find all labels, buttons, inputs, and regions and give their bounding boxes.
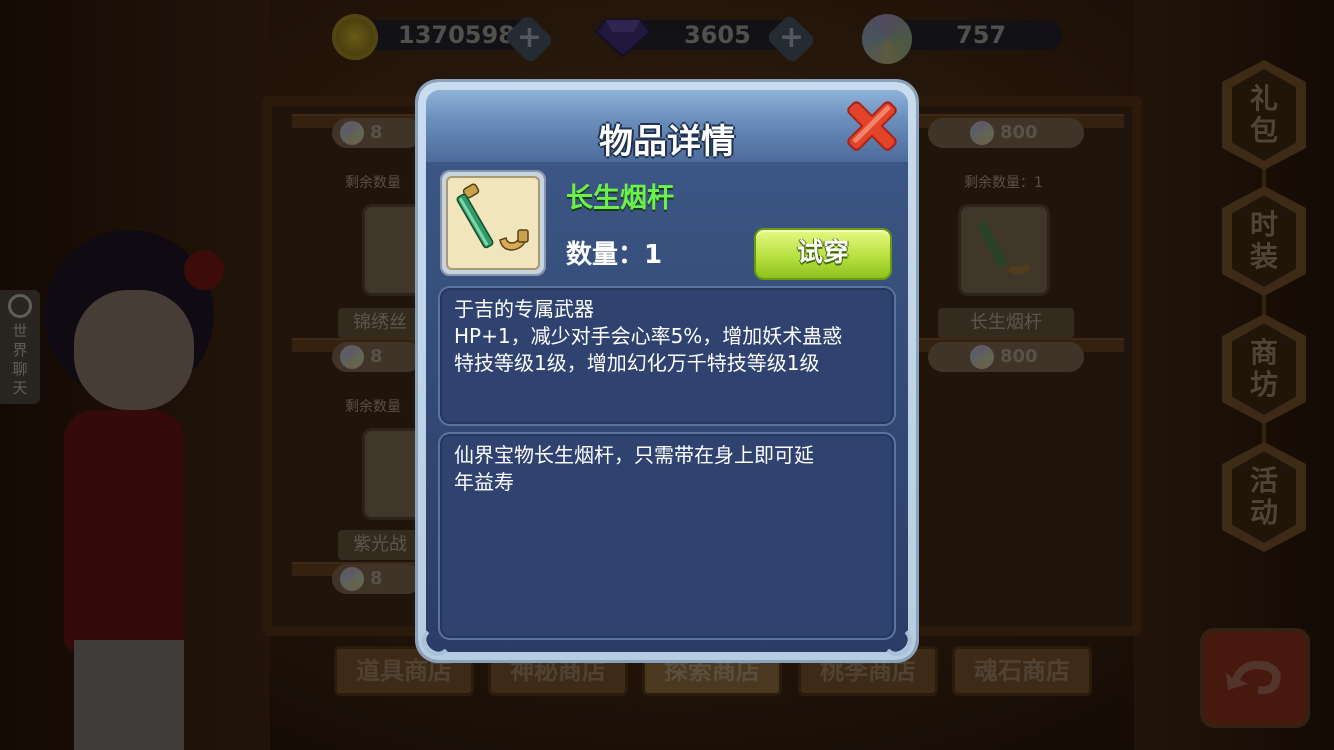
item-name: 长生烟杆 [566,183,674,214]
item-quantity: 数量：1 [566,240,663,270]
item-icon-frame [440,170,546,276]
item-effect-box: 于吉的专属武器 HP+1，减少对手会心率5%，增加妖术蛊惑 特技等级1级，增加幻… [438,286,896,426]
effect-line: HP+1，减少对手会心率5%，增加妖术蛊惑 [454,324,843,348]
close-icon [847,101,897,151]
try-on-button[interactable]: 试穿 [754,228,892,280]
effect-line: 特技等级1级，增加幻化万千特技等级1级 [454,351,820,375]
long-life-pipe-icon [456,183,529,251]
dialog-title: 物品详情 [599,122,735,162]
close-button[interactable] [838,92,906,160]
effect-line: 于吉的专属武器 [454,297,594,321]
lore-line: 年益寿 [454,470,514,494]
lore-line: 仙界宝物长生烟杆，只需带在身上即可延 [454,443,814,467]
item-lore-box: 仙界宝物长生烟杆，只需带在身上即可延 年益寿 [438,432,896,640]
